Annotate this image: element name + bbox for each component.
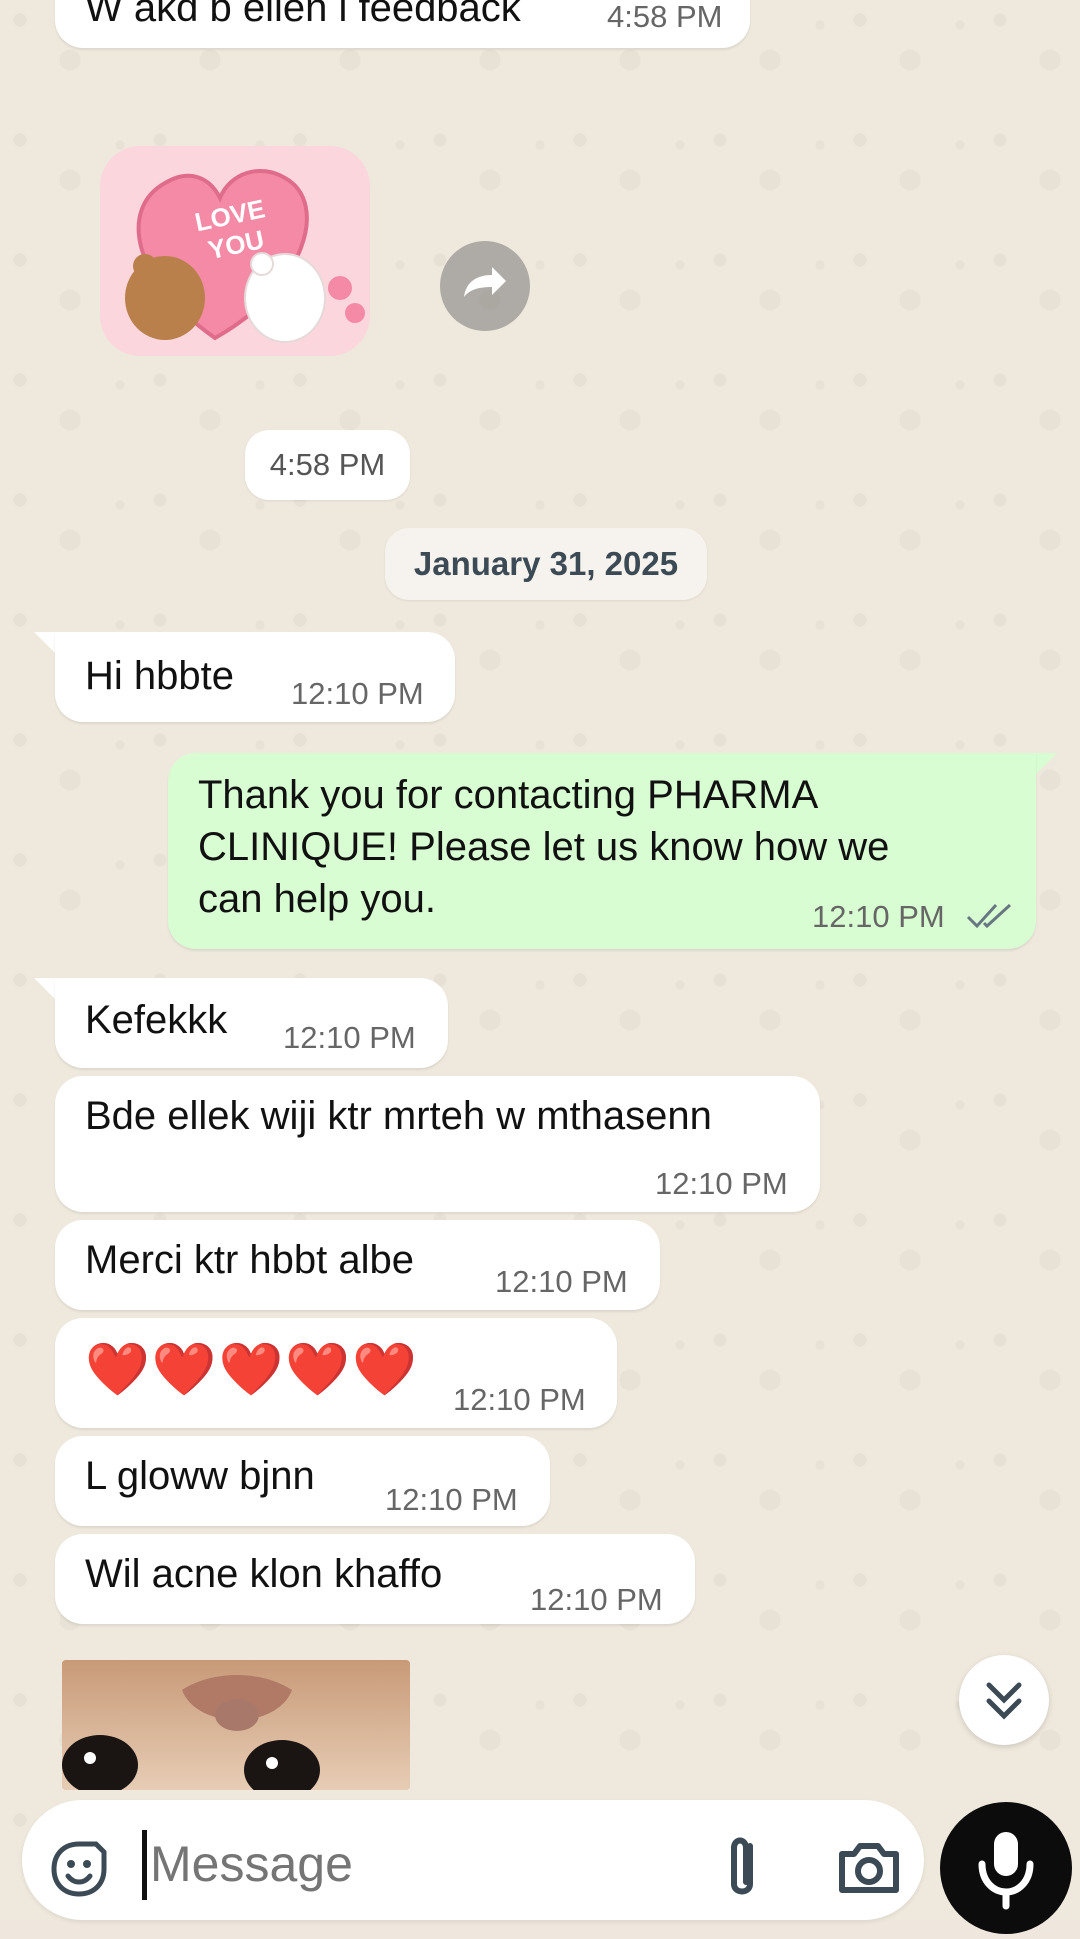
message-time: 12:10 PM	[655, 1166, 788, 1201]
scroll-to-bottom-button[interactable]	[959, 1655, 1049, 1745]
message-time: 12:10 PM	[812, 899, 945, 934]
message-text: Wil acne klon khaffo	[85, 1552, 443, 1596]
message-text: L gloww bjnn	[85, 1454, 315, 1498]
message-text-line-2: CLINIQUE! Please let us know how we	[198, 825, 890, 869]
message-bubble-incoming[interactable]: Kefekkk 12:10 PM	[55, 978, 448, 1068]
sticker-time: 4:58 PM	[245, 430, 410, 500]
bubble-tail	[1035, 753, 1057, 775]
forward-icon	[464, 267, 506, 297]
message-bubble-incoming[interactable]: ❤️❤️❤️❤️❤️ 12:10 PM	[55, 1318, 617, 1428]
message-bubble-incoming[interactable]: W akd b ellen l feedback 4:58 PM	[55, 0, 750, 48]
message-input[interactable]	[148, 1826, 692, 1902]
cat-photo	[62, 1660, 410, 1790]
microphone-icon	[978, 1832, 1034, 1910]
message-time: 12:10 PM	[385, 1482, 518, 1517]
message-bubble-incoming[interactable]: L gloww bjnn 12:10 PM	[55, 1436, 550, 1526]
date-separator: January 31, 2025	[385, 528, 707, 600]
chat-background: W akd b ellen l feedback 4:58 PM LOVE YO…	[0, 0, 1080, 1934]
love-you-sticker[interactable]: LOVE YOU	[90, 138, 380, 368]
bubble-tail	[34, 632, 56, 654]
message-emoji-text: ❤️❤️❤️❤️❤️	[85, 1341, 419, 1399]
camera-icon[interactable]	[834, 1832, 904, 1902]
message-time: 4:58 PM	[607, 0, 723, 34]
paperclip-icon[interactable]	[712, 1828, 772, 1908]
double-chevron-down-icon	[986, 1682, 1022, 1720]
message-text: Merci ktr hbbt albe	[85, 1238, 415, 1282]
message-text: W akd b ellen l feedback	[85, 0, 521, 30]
forward-button[interactable]	[440, 241, 530, 331]
message-text: Kefekkk	[85, 998, 228, 1042]
sticker-icon[interactable]	[44, 1834, 114, 1904]
text-cursor	[142, 1830, 147, 1900]
message-time: 12:10 PM	[453, 1382, 586, 1417]
message-text-line-3: can help you.	[198, 877, 436, 921]
message-bubble-incoming[interactable]: Hi hbbte 12:10 PM	[55, 632, 455, 722]
message-bubble-incoming[interactable]: Wil acne klon khaffo 12:10 PM	[55, 1534, 695, 1624]
message-time: 12:10 PM	[291, 676, 424, 711]
double-check-icon	[966, 903, 1012, 929]
message-time: 12:10 PM	[283, 1020, 416, 1055]
bubble-tail	[34, 978, 56, 1000]
message-bubble-incoming[interactable]: Bde ellek wiji ktr mrteh w mthasenn 12:1…	[55, 1076, 820, 1212]
message-text: Hi hbbte	[85, 654, 234, 698]
message-bubble-incoming[interactable]: Merci ktr hbbt albe 12:10 PM	[55, 1220, 660, 1310]
message-time: 12:10 PM	[495, 1264, 628, 1299]
message-composer	[22, 1800, 924, 1920]
image-message[interactable]	[62, 1660, 410, 1790]
message-text: Bde ellek wiji ktr mrteh w mthasenn	[85, 1094, 712, 1138]
message-bubble-outgoing[interactable]: Thank you for contacting PHARMA CLINIQUE…	[168, 753, 1036, 949]
voice-record-button[interactable]	[940, 1802, 1072, 1934]
message-text-line-1: Thank you for contacting PHARMA	[198, 773, 819, 817]
message-time: 12:10 PM	[530, 1582, 663, 1617]
